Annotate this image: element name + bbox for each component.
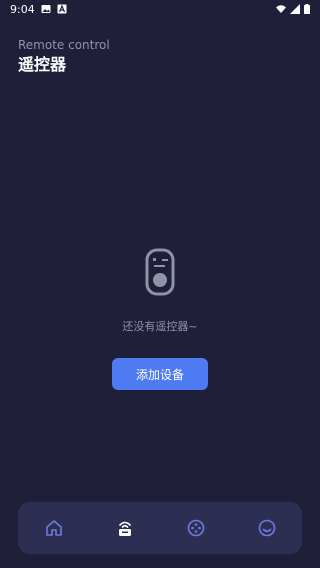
tab-game[interactable] (182, 514, 210, 542)
remote-tab-icon (118, 521, 131, 536)
signal-icon (290, 4, 300, 14)
empty-state: 还没有遥控器~ (0, 248, 320, 334)
bottom-tab-bar (18, 502, 302, 554)
tab-remote[interactable] (111, 514, 139, 542)
tab-profile[interactable] (253, 514, 281, 542)
empty-message: 还没有遥控器~ (122, 320, 198, 333)
tab-home[interactable] (40, 514, 68, 542)
wifi-icon (276, 5, 286, 13)
gamepad-icon (187, 519, 204, 537)
battery-icon (304, 4, 310, 14)
home-icon (45, 520, 62, 536)
smiley-icon (258, 519, 275, 537)
image-notification-icon (41, 5, 51, 13)
add-device-button[interactable]: 添加设备 (112, 358, 208, 390)
remote-icon (145, 248, 175, 296)
page-header: Remote control 遥控器 (18, 38, 110, 74)
page-title: 遥控器 (18, 55, 67, 74)
page-subtitle: Remote control (18, 38, 110, 52)
a-notification-icon (57, 4, 67, 14)
status-bar: 9:04 (0, 0, 320, 18)
status-time: 9:04 (10, 2, 35, 16)
status-bar-left: 9:04 (10, 3, 67, 16)
status-bar-right (276, 4, 310, 14)
